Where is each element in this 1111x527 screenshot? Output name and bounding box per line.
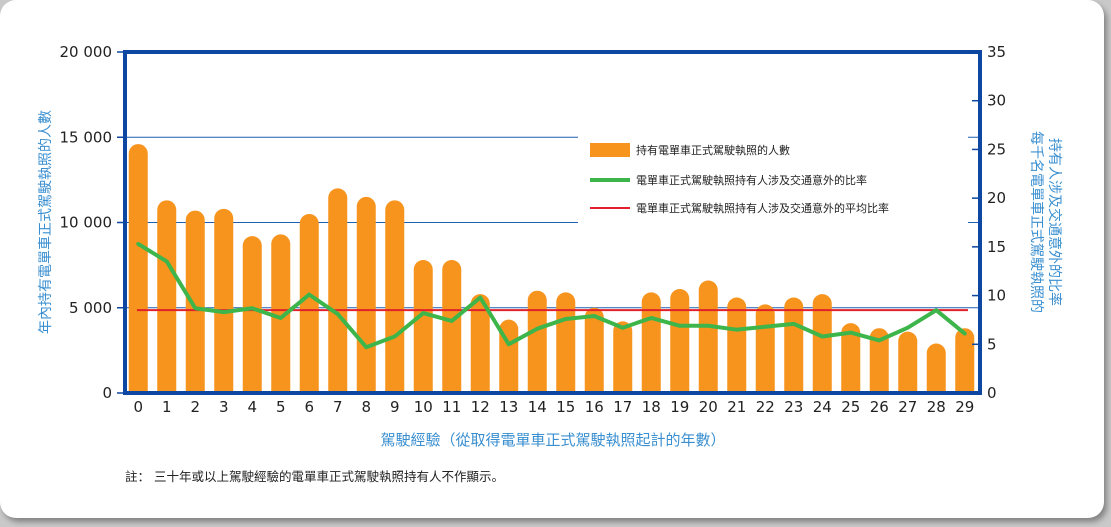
y2-axis-title-line2: 持有人涉及交通意外的比率 — [1046, 138, 1063, 306]
legend-line-label: 電單車正式駕駛執照持有人涉及交通意外的比率 — [636, 173, 867, 187]
left-axis-ticks: 0 5 000 10 000 15 000 20 000 — [60, 43, 125, 402]
x-axis-title: 駕駛經驗（從取得電單車正式駕駛執照起計的年數） — [380, 431, 725, 449]
y2-tick-label: 30 — [987, 92, 1006, 110]
x-tick-label: 15 — [556, 398, 575, 416]
bar — [442, 260, 462, 393]
y-tick-label: 5 000 — [69, 299, 112, 317]
x-tick-label: 10 — [414, 398, 433, 416]
y2-tick-label: 35 — [987, 43, 1006, 61]
bar — [413, 260, 433, 393]
bar — [955, 328, 975, 393]
x-tick-label: 19 — [670, 398, 689, 416]
x-tick-label: 4 — [247, 398, 257, 416]
bar — [185, 210, 205, 393]
x-axis-ticks: 0 1 2 3 4 5 6 7 8 9 10 11 12 13 14 15 16 17 18 19 20 21 22 23 24… — [133, 398, 974, 416]
bar — [356, 196, 376, 393]
x-tick-label: 16 — [585, 398, 604, 416]
x-tick-label: 20 — [699, 398, 718, 416]
bar — [755, 304, 775, 393]
x-tick-label: 6 — [304, 398, 314, 416]
x-tick-label: 11 — [442, 398, 461, 416]
bar — [556, 292, 576, 393]
legend-average-label: 電單車正式駕駛執照持有人涉及交通意外的平均比率 — [636, 201, 889, 215]
y2-tick-label: 10 — [987, 287, 1006, 305]
x-tick-label: 2 — [190, 398, 200, 416]
x-tick-label: 12 — [471, 398, 490, 416]
x-tick-label: 0 — [133, 398, 143, 416]
x-tick-label: 8 — [361, 398, 371, 416]
x-tick-label: 26 — [870, 398, 889, 416]
x-tick-label: 25 — [841, 398, 860, 416]
bar — [926, 343, 946, 393]
x-tick-label: 22 — [756, 398, 775, 416]
y2-axis-title-line1: 每千名電單車正式駕駛執照的 — [1028, 131, 1045, 313]
x-tick-label: 3 — [219, 398, 229, 416]
x-tick-label: 29 — [955, 398, 974, 416]
y-tick-label: 0 — [102, 384, 112, 402]
rate-line-series — [136, 241, 967, 350]
x-tick-label: 7 — [333, 398, 343, 416]
y2-tick-label: 0 — [987, 384, 997, 402]
bar — [157, 200, 177, 393]
bar — [527, 290, 547, 393]
bar — [299, 213, 319, 393]
x-tick-label: 14 — [528, 398, 547, 416]
y-axis-title: 年內持有電單車正式駕駛執照的人數 — [37, 110, 54, 334]
bar — [242, 236, 262, 393]
bar — [727, 297, 747, 393]
x-tick-label: 17 — [613, 398, 632, 416]
bar — [128, 144, 148, 393]
rate-line — [136, 241, 967, 350]
bar — [641, 292, 661, 393]
legend-bar-swatch — [590, 143, 630, 157]
x-tick-label: 9 — [390, 398, 400, 416]
y-tick-label: 15 000 — [60, 128, 113, 146]
bar — [784, 297, 804, 393]
x-tick-label: 21 — [727, 398, 746, 416]
x-tick-label: 18 — [642, 398, 661, 416]
footnote: 註： 三十年或以上駕駛經驗的電單車正式駕駛執照持有人不作顯示。 — [125, 469, 504, 484]
x-tick-label: 28 — [927, 398, 946, 416]
bar — [670, 288, 690, 393]
y2-tick-label: 25 — [987, 140, 1006, 158]
y-tick-label: 10 000 — [60, 214, 113, 232]
chart: 05 00010 00015 00020 000 05101520253035 … — [37, 43, 1063, 484]
y2-tick-label: 5 — [987, 335, 997, 353]
y2-tick-label: 20 — [987, 189, 1006, 207]
x-tick-label: 1 — [162, 398, 172, 416]
x-tick-label: 13 — [499, 398, 518, 416]
bar — [613, 321, 633, 393]
x-tick-label: 23 — [784, 398, 803, 416]
y2-tick-label: 15 — [987, 238, 1006, 256]
x-tick-label: 27 — [898, 398, 917, 416]
bar — [328, 188, 348, 393]
x-tick-label: 5 — [276, 398, 286, 416]
legend-bar-label: 持有電單車正式駕駛執照的人數 — [636, 143, 790, 157]
bar — [385, 200, 405, 393]
bar — [698, 280, 718, 393]
x-tick-label: 24 — [813, 398, 832, 416]
bar — [898, 331, 918, 393]
y-tick-label: 20 000 — [60, 43, 113, 61]
legend: 持有電單車正式駕駛執照的人數 電單車正式駕駛執照持有人涉及交通意外的比率 電單車… — [578, 136, 968, 228]
bar — [214, 208, 234, 393]
bar — [812, 294, 832, 393]
